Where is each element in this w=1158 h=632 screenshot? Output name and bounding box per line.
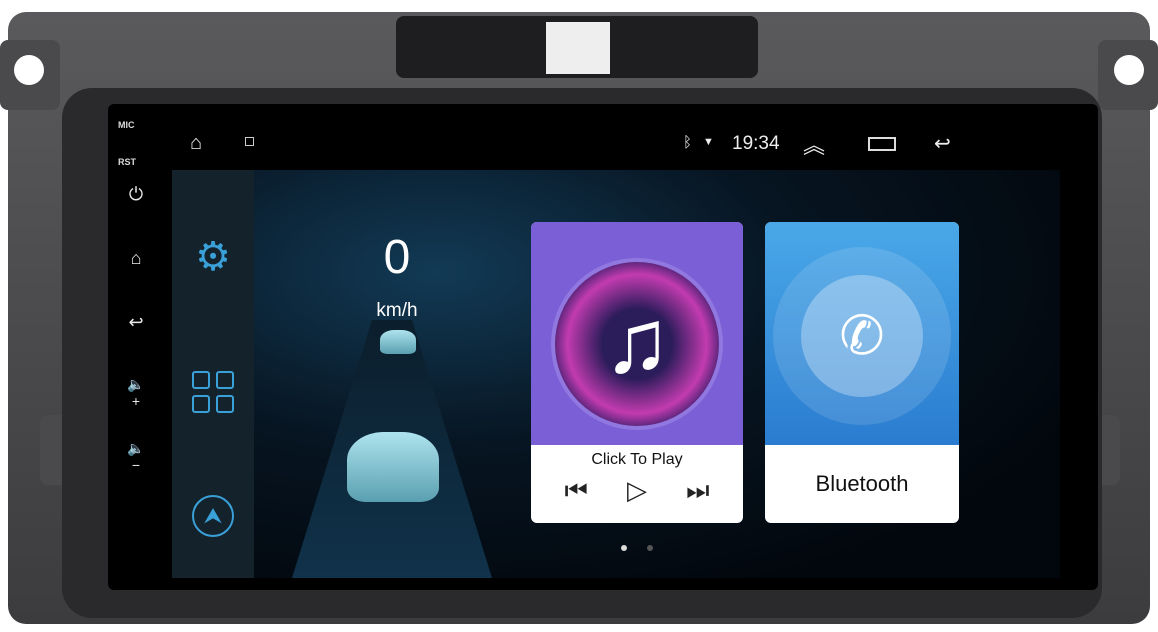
page-indicator-active[interactable] [621, 545, 627, 551]
image-notification-icon [245, 137, 254, 146]
back-icon[interactable]: ↩ [124, 312, 148, 333]
power-icon[interactable]: ⏻ [124, 184, 148, 205]
nav-back-icon[interactable]: ↩ [934, 131, 951, 156]
expand-up-icon[interactable]: ︽ [803, 128, 825, 160]
page-indicator[interactable] [647, 545, 653, 551]
apps-grid-icon[interactable] [188, 365, 238, 415]
bluetooth-card[interactable]: ✆ Bluetooth [765, 222, 959, 523]
click-to-play-label: Click To Play [591, 451, 683, 468]
home-screen: ⚙ ⮝ 0 km/h ♫ Click To Play ⏮ ▷ ⏭ ✆ Bluet… [172, 170, 1060, 578]
home-icon[interactable]: ⌂ [124, 248, 148, 269]
sidebar: ⚙ ⮝ [172, 170, 254, 578]
recent-apps-icon[interactable] [868, 137, 896, 151]
volume-down-icon[interactable]: 🔈− [124, 440, 148, 473]
rst-button[interactable]: RST [118, 157, 136, 167]
slot-insert [546, 22, 610, 74]
bluetooth-icon: ᛒ [683, 134, 693, 151]
own-car-graphic [347, 432, 439, 502]
mount-hole [14, 55, 44, 85]
clock: 19:34 [732, 133, 780, 154]
nav-home-icon[interactable]: ⌂ [190, 132, 202, 155]
bluetooth-label: Bluetooth [815, 471, 909, 496]
settings-icon[interactable]: ⚙ [188, 232, 238, 282]
car-ahead-graphic [380, 330, 416, 354]
mic-label: MIC [118, 120, 135, 130]
mount-hole [1114, 55, 1144, 85]
play-icon[interactable]: ▷ [627, 475, 647, 507]
volume-up-icon[interactable]: 🔈+ [124, 376, 148, 409]
speed-value: 0 [383, 231, 411, 284]
navigation-icon[interactable]: ⮝ [192, 495, 234, 537]
music-card[interactable]: ♫ Click To Play ⏮ ▷ ⏭ [531, 222, 743, 523]
speed-unit: km/h [376, 300, 418, 321]
wifi-icon: ▼ [703, 136, 714, 148]
previous-track-icon[interactable]: ⏮ [565, 475, 588, 507]
bluetooth-phone-icon[interactable]: ✆ [801, 275, 923, 397]
next-track-icon[interactable]: ⏭ [686, 475, 709, 507]
music-note-icon[interactable]: ♫ [551, 258, 723, 430]
